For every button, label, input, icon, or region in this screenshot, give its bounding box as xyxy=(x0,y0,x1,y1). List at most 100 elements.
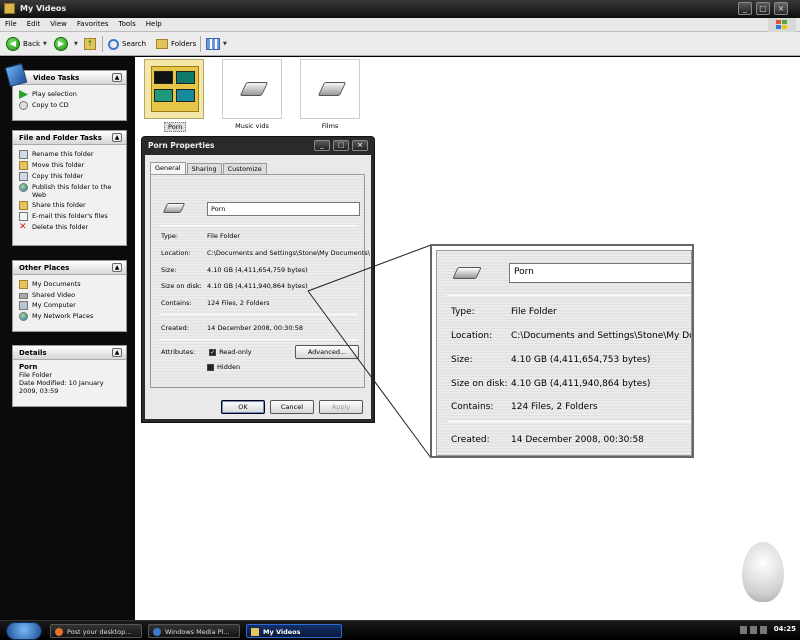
back-button[interactable]: ◀ Back ▼ xyxy=(6,36,47,52)
tab-sharing[interactable]: Sharing xyxy=(186,163,222,174)
folder-label-films[interactable]: Films xyxy=(290,122,370,130)
zoom-contains-row: Contains: 124 Files, 2 Folders xyxy=(451,402,598,412)
tab-general[interactable]: General xyxy=(150,162,186,174)
clock[interactable]: 04:25 xyxy=(774,625,796,633)
hidden-label: Hidden xyxy=(217,363,241,371)
zoom-inset-content: Porn Type: File Folder Location: C:\Docume… xyxy=(436,250,692,456)
ok-button[interactable]: OK xyxy=(221,400,265,414)
menu-edit[interactable]: Edit xyxy=(22,18,46,30)
start-button[interactable] xyxy=(6,622,42,640)
folder-item-porn[interactable] xyxy=(144,59,204,119)
hidden-checkbox[interactable]: Hidden xyxy=(207,363,240,371)
zoom-size-on-disk-row: Size on disk: 4.10 GB (4,411,940,864 byte… xyxy=(451,379,650,389)
size-on-disk-value: 4.10 GB (4,411,940,864 bytes) xyxy=(207,282,308,290)
zoom-location-row: Location: C:\Documents and Settings\Stone… xyxy=(451,331,691,341)
details-header[interactable]: Details ▲ xyxy=(13,346,126,360)
minimize-button[interactable]: _ xyxy=(738,2,752,15)
close-button[interactable]: × xyxy=(774,2,788,15)
search-button[interactable]: Search xyxy=(108,36,146,52)
advanced-button[interactable]: Advanced... xyxy=(295,345,359,359)
collapse-icon[interactable]: ▲ xyxy=(112,73,122,82)
details-type: File Folder xyxy=(19,371,53,379)
zoom-size-value: 4.10 GB (4,411,654,753 bytes) xyxy=(511,355,651,365)
chevron-down-icon: ▼ xyxy=(223,41,227,47)
location-label: Location: xyxy=(161,249,191,257)
volume-icon[interactable] xyxy=(740,626,747,634)
details-name: Porn xyxy=(19,363,38,371)
chevron-down-icon: ▼ xyxy=(43,41,47,47)
type-label: Type: xyxy=(161,232,179,240)
search-label: Search xyxy=(122,40,147,48)
folder-label-music-vids[interactable]: Music vids xyxy=(212,122,292,130)
video-file-icon xyxy=(239,82,269,96)
my-documents-link[interactable]: My Documents xyxy=(19,280,120,289)
firefox-icon xyxy=(55,628,63,636)
collapse-icon[interactable]: ▲ xyxy=(112,263,122,272)
delete-folder-link[interactable]: ✕ Delete this folder xyxy=(19,223,120,232)
dialog-close-button[interactable]: × xyxy=(352,140,368,151)
copy-to-cd-link[interactable]: Copy to CD xyxy=(19,101,120,110)
menu-file[interactable]: File xyxy=(0,18,22,30)
maximize-button[interactable]: □ xyxy=(756,2,770,15)
taskbar-item-media-player[interactable]: Windows Media Pl... xyxy=(148,624,240,638)
folder-name-input[interactable]: Porn xyxy=(207,202,360,216)
menu-tools[interactable]: Tools xyxy=(114,18,141,30)
file-folder-tasks-title: File and Folder Tasks xyxy=(19,134,102,142)
video-file-icon xyxy=(452,267,482,279)
forward-button[interactable]: ▶ ▼ xyxy=(54,36,78,52)
zoom-location-label: Location: xyxy=(451,331,493,341)
zoom-type-label: Type: xyxy=(451,307,475,317)
shared-video-link[interactable]: Shared Video xyxy=(19,291,120,299)
play-selection-link[interactable]: Play selection xyxy=(19,90,120,99)
attributes-row: Attributes: ✓ Read-only xyxy=(161,348,252,356)
cancel-button[interactable]: Cancel xyxy=(270,400,314,414)
my-network-places-link[interactable]: My Network Places xyxy=(19,312,120,321)
my-documents-label: My Documents xyxy=(32,280,81,288)
created-label: Created: xyxy=(161,324,189,332)
views-button[interactable]: ▼ xyxy=(206,36,227,52)
file-folder-tasks-header[interactable]: File and Folder Tasks ▲ xyxy=(13,131,126,145)
divider xyxy=(447,295,691,296)
other-places-header[interactable]: Other Places ▲ xyxy=(13,261,126,275)
menu-help[interactable]: Help xyxy=(141,18,167,30)
taskbar-item-label: My Videos xyxy=(263,628,301,636)
folder-label-porn[interactable]: Porn xyxy=(164,122,187,132)
title-bar: My Videos _ □ × xyxy=(0,0,800,18)
rename-folder-link[interactable]: Rename this folder xyxy=(19,150,120,159)
zoom-created-value: 14 December 2008, 00:30:58 xyxy=(511,435,644,445)
folder-item-films[interactable] xyxy=(300,59,360,119)
taskbar-item-my-videos[interactable]: My Videos xyxy=(246,624,342,638)
my-computer-link[interactable]: My Computer xyxy=(19,301,120,310)
zoom-folder-name: Porn xyxy=(509,263,691,283)
system-tray xyxy=(740,626,768,636)
zoom-inset: Porn Type: File Folder Location: C:\Docume… xyxy=(430,244,694,458)
copy-folder-link[interactable]: Copy this folder xyxy=(19,172,120,181)
email-files-link[interactable]: E-mail this folder's files xyxy=(19,212,120,221)
publish-web-link[interactable]: Publish this folder to the Web xyxy=(19,183,120,199)
tab-customize[interactable]: Customize xyxy=(222,163,267,174)
menu-view[interactable]: View xyxy=(45,18,72,30)
share-folder-link[interactable]: Share this folder xyxy=(19,201,120,210)
tray-icon[interactable] xyxy=(760,626,767,634)
folders-button[interactable]: Folders xyxy=(156,36,196,52)
details-panel: Details ▲ Porn File Folder Date Modified… xyxy=(12,345,127,407)
toolbar-separator xyxy=(200,36,201,52)
readonly-checkbox[interactable]: ✓ Read-only xyxy=(209,348,252,356)
collapse-icon[interactable]: ▲ xyxy=(112,348,122,357)
video-tasks-header[interactable]: Video Tasks ▲ xyxy=(4,63,126,87)
folder-item-music-vids[interactable] xyxy=(222,59,282,119)
network-icon[interactable] xyxy=(750,626,757,634)
up-folder-button[interactable]: ↑ xyxy=(84,36,96,52)
apply-button[interactable]: Apply xyxy=(319,400,363,414)
dialog-minimize-button[interactable]: _ xyxy=(314,140,330,151)
collapse-icon[interactable]: ▲ xyxy=(112,133,122,142)
checkbox-checked-icon: ✓ xyxy=(209,348,217,356)
move-folder-link[interactable]: Move this folder xyxy=(19,161,120,170)
created-row: Created: 14 December 2008, 00:30:58 xyxy=(161,324,303,332)
contains-label: Contains: xyxy=(161,299,192,307)
video-folder-icon xyxy=(151,66,199,112)
zoom-created-row: Created: 14 December 2008, 00:30:58 xyxy=(451,435,644,445)
menu-favorites[interactable]: Favorites xyxy=(72,18,114,30)
dialog-maximize-button[interactable]: □ xyxy=(333,140,349,151)
taskbar-item-post-desktop[interactable]: Post your desktop... xyxy=(50,624,142,638)
